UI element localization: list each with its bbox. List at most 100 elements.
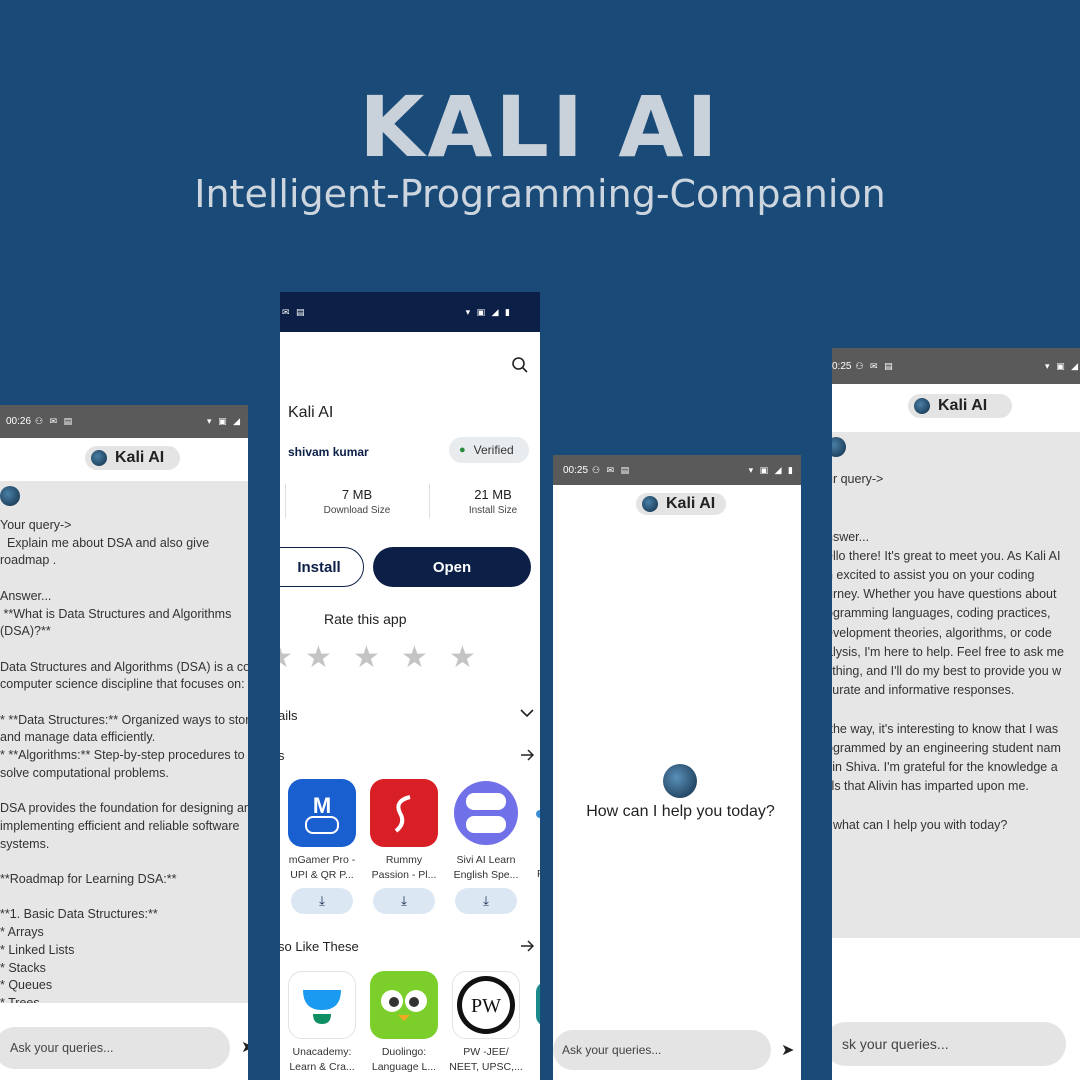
- pw-logo-icon: PW: [457, 976, 515, 1034]
- status-time: 00:25: [563, 464, 589, 476]
- kali-logo-icon: [914, 398, 930, 414]
- app-icon-mgamer[interactable]: M: [288, 779, 356, 847]
- app-icon-pw[interactable]: PW: [452, 971, 520, 1039]
- verified-badge: ● Verified: [449, 437, 529, 463]
- app-name: Kali AI: [288, 404, 334, 421]
- details-label[interactable]: ails: [280, 708, 298, 723]
- hero-title: KALI AI: [359, 78, 721, 176]
- arrow-right-icon[interactable]: [520, 749, 534, 761]
- app-icon-rummy[interactable]: [370, 779, 438, 847]
- send-icon[interactable]: ➤: [241, 1037, 248, 1057]
- shield-check-icon: ●: [459, 444, 466, 456]
- unacademy-logo-icon: [303, 990, 341, 1024]
- send-icon[interactable]: ➤: [781, 1040, 794, 1060]
- chat-message: ur query-> i. nswer... ello there! It's …: [832, 472, 1064, 832]
- open-button[interactable]: Open: [373, 547, 531, 587]
- status-bar: 0:25 ⚇ ✉ ▤ ▾ ▣ ◢: [832, 348, 1080, 384]
- system-icons: ▾ ▣ ◢ ▮: [748, 464, 795, 475]
- rummy-logo-icon: [394, 795, 411, 833]
- svg-text:M: M: [313, 793, 331, 818]
- status-bar: 00:26 ⚇ ✉ ▤ ▾ ▣ ◢: [0, 405, 248, 438]
- app-title: Kali AI: [115, 449, 165, 466]
- app-edge-tile: [536, 982, 540, 1026]
- divider: [429, 484, 430, 518]
- hero-subtitle: Intelligent-Programming-Companion: [194, 172, 886, 216]
- chat-message: Your query-> Explain me about DSA and al…: [0, 518, 248, 1003]
- kali-logo-icon: [91, 450, 107, 466]
- status-bar: 00:25 ⚇ ✉ ▤ ▾ ▣ ◢ ▮: [553, 455, 801, 485]
- similar-label[interactable]: s: [280, 748, 285, 763]
- notification-icons: ⚇ ✉ ▤: [35, 416, 75, 426]
- phone-right: 0:25 ⚇ ✉ ▤ ▾ ▣ ◢ Kali AI ur query-> i. n…: [832, 348, 1080, 1080]
- app-name-rummy: Rummy Passion - Pl...: [371, 854, 437, 881]
- app-name-mgamer: mGamer Pro - UPI & QR P...: [288, 854, 356, 881]
- phone-middle: 00:25 ⚇ ✉ ▤ ▾ ▣ ◢ ▮ Kali AI How can I he…: [553, 455, 801, 1080]
- star-icon[interactable]: ★: [305, 640, 332, 675]
- app-title: Kali AI: [938, 397, 988, 414]
- arrow-right-icon[interactable]: [520, 940, 534, 952]
- owl-icon: [381, 990, 427, 1021]
- query-placeholder: Ask your queries...: [562, 1043, 662, 1057]
- phone-store: ✉ ▤ ▾ ▣ ◢ ▮ Kali AI shivam kumar ● Verif…: [280, 292, 540, 1080]
- app-title: Kali AI: [666, 495, 716, 512]
- app-icon-sivi[interactable]: [452, 779, 520, 847]
- app-icon-duolingo[interactable]: [370, 971, 438, 1039]
- chat-bubbles-icon: [454, 781, 518, 845]
- star-icon[interactable]: ★: [353, 640, 380, 675]
- app-name-unacademy: Unacademy: Learn & Cra...: [289, 1046, 355, 1073]
- query-input[interactable]: Ask your queries...: [553, 1030, 771, 1070]
- download-button[interactable]: ⤓: [373, 888, 435, 914]
- phone-left: 00:26 ⚇ ✉ ▤ ▾ ▣ ◢ Kali AI Your query-> E…: [0, 405, 248, 1080]
- chevron-down-icon[interactable]: [520, 708, 534, 718]
- greeting-text: How can I help you today?: [586, 803, 775, 820]
- app-title-chip: Kali AI: [636, 493, 726, 515]
- install-size: 21 MB: [474, 487, 512, 502]
- notification-icons: ⚇ ✉ ▤: [855, 360, 895, 371]
- notification-icons: ⚇ ✉ ▤: [592, 464, 632, 475]
- download-icon: ⤓: [401, 893, 407, 908]
- app-name-pw: PW -JEE/ NEET, UPSC,...: [449, 1046, 523, 1073]
- center-logo-icon: [663, 764, 697, 798]
- install-button[interactable]: Install: [280, 547, 364, 587]
- install-size-label: Install Size: [468, 505, 518, 516]
- app-title-chip: Kali AI: [85, 446, 180, 470]
- verified-label: Verified: [473, 443, 514, 457]
- query-input[interactable]: sk your queries...: [832, 1022, 1066, 1066]
- open-label: Open: [432, 558, 472, 576]
- system-icons: ▾ ▣ ◢ ▮: [465, 306, 512, 317]
- app-title-chip: Kali AI: [908, 394, 1012, 418]
- app-name-sivi: Sivi AI Learn English Spe...: [453, 854, 519, 881]
- search-icon[interactable]: [511, 356, 529, 374]
- chat-area[interactable]: Your query-> Explain me about DSA and al…: [0, 481, 248, 1003]
- star-icon[interactable]: ★: [401, 640, 428, 675]
- also-like-label[interactable]: so Like These: [280, 939, 359, 954]
- install-label: Install: [297, 558, 341, 576]
- download-icon: ⤓: [483, 893, 489, 908]
- status-bar: ✉ ▤ ▾ ▣ ◢ ▮: [280, 292, 540, 332]
- chat-area[interactable]: ur query-> i. nswer... ello there! It's …: [832, 432, 1080, 938]
- status-time: 00:26: [6, 416, 32, 427]
- divider: [285, 484, 286, 518]
- query-input[interactable]: Ask your queries...: [0, 1027, 230, 1069]
- app-icon-unacademy[interactable]: [288, 971, 356, 1039]
- star-icon[interactable]: ★: [449, 640, 476, 675]
- system-icons: ▾ ▣ ◢: [1045, 360, 1080, 371]
- download-button[interactable]: ⤓: [455, 888, 517, 914]
- download-size-label: Download Size: [323, 505, 391, 516]
- bot-avatar-icon: [0, 486, 20, 506]
- system-icons: ▾ ▣ ◢: [207, 416, 242, 426]
- query-placeholder: sk your queries...: [842, 1036, 949, 1052]
- svg-text:PW: PW: [471, 995, 501, 1017]
- status-time: 0:25: [832, 360, 852, 372]
- app-edge-dot: [536, 810, 540, 818]
- query-placeholder: Ask your queries...: [10, 1041, 114, 1055]
- download-size: 7 MB: [341, 487, 373, 502]
- download-button[interactable]: ⤓: [291, 888, 353, 914]
- app-name-partial: P: [537, 868, 540, 880]
- bot-avatar-icon: [832, 437, 846, 457]
- kali-logo-icon: [642, 496, 658, 512]
- star-icon[interactable]: ★: [280, 640, 293, 675]
- gamepad-icon: M: [305, 793, 339, 834]
- rate-title: Rate this app: [324, 611, 407, 627]
- developer-link[interactable]: shivam kumar: [288, 445, 369, 459]
